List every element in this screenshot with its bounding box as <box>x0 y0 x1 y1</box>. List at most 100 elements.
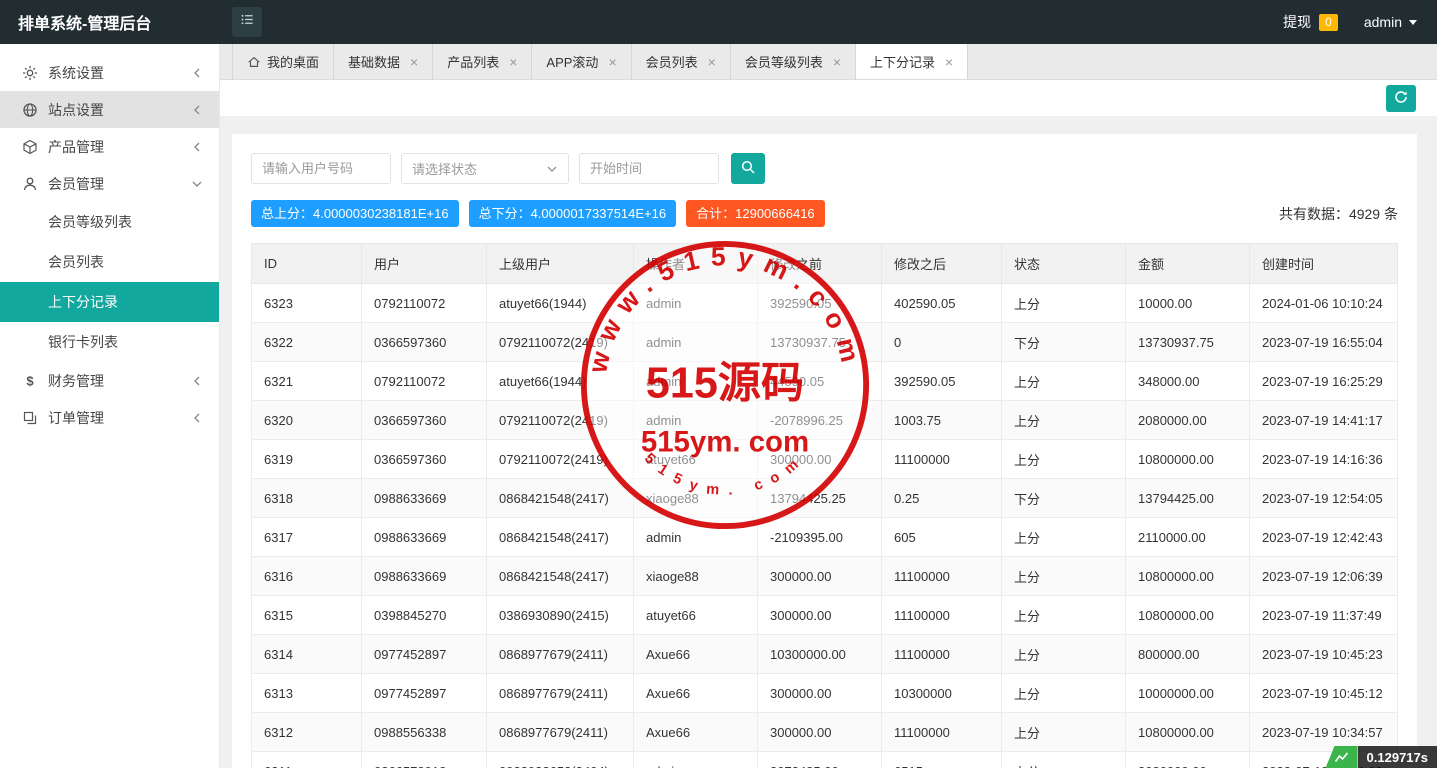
table-cell: 392590.05 <box>882 362 1002 401</box>
tab-会员列表[interactable]: 会员列表× <box>632 44 731 79</box>
table-cell: Axue66 <box>634 635 758 674</box>
table-cell: 上分 <box>1002 596 1126 635</box>
tab-基础数据[interactable]: 基础数据× <box>334 44 433 79</box>
table-cell: 2023-07-19 11:37:49 <box>1250 596 1398 635</box>
table-row: 631809886336690868421548(2417)xiaoge8813… <box>252 479 1398 518</box>
user-number-input[interactable] <box>251 153 391 184</box>
table-cell: 300000.00 <box>758 713 882 752</box>
table-row: 631309774528970868977679(2411)Axue663000… <box>252 674 1398 713</box>
sidebar-item-会员管理[interactable]: 会员管理 <box>0 165 219 202</box>
table-cell: 6318 <box>252 479 362 518</box>
table-cell: -2078996.25 <box>758 401 882 440</box>
tab-会员等级列表[interactable]: 会员等级列表 × <box>731 44 856 79</box>
table-cell: Axue66 <box>634 713 758 752</box>
table-cell: 402590.05 <box>882 284 1002 323</box>
table-header-cell: ID <box>252 244 362 284</box>
table-cell: 0366597360 <box>362 323 487 362</box>
sidebar-item-label: 会员管理 <box>48 174 104 194</box>
table-cell: 300000.00 <box>758 440 882 479</box>
table-row: 632003665973600792110072(2419)admin-2078… <box>252 401 1398 440</box>
chevron-left-icon <box>191 412 203 424</box>
table-cell: 0977452897 <box>362 635 487 674</box>
table-cell: 6321 <box>252 362 362 401</box>
search-button[interactable] <box>731 153 765 184</box>
tab-我的桌面[interactable]: 我的桌面 <box>232 44 334 79</box>
table-cell: atuyet66 <box>634 596 758 635</box>
records-table-body: 63230792110072atuyet66(1944)admin392590.… <box>252 284 1398 768</box>
table-cell: 0792110072(2419) <box>487 440 634 479</box>
tab-label: APP滚动 <box>546 52 598 71</box>
sidebar-item-系统设置[interactable]: 系统设置 <box>0 54 219 91</box>
sidebar-item-订单管理[interactable]: 订单管理 <box>0 399 219 436</box>
table-cell: 0988556338 <box>362 713 487 752</box>
refresh-button[interactable] <box>1386 85 1416 112</box>
table-cell: 13730937.75 <box>758 323 882 362</box>
table-cell: 13794425.00 <box>1126 479 1250 518</box>
table-cell: 11100000 <box>882 596 1002 635</box>
table-header-cell: 用户 <box>362 244 487 284</box>
close-icon[interactable]: × <box>945 55 953 69</box>
sidebar-item-label: 产品管理 <box>48 137 104 157</box>
username: admin <box>1364 14 1402 30</box>
tab-label: 上下分记录 <box>870 52 935 71</box>
table-cell: 6322 <box>252 323 362 362</box>
sidebar-item-站点设置[interactable]: 站点设置 <box>0 91 219 128</box>
tab-APP滚动[interactable]: APP滚动 × <box>532 44 631 79</box>
filter-bar: 请选择状态 <box>251 153 1398 184</box>
table-header-row: ID用户上级用户操作者修改之前修改之后状态金额创建时间 <box>252 244 1398 284</box>
user-menu[interactable]: admin <box>1364 14 1417 30</box>
sidebar-item-产品管理[interactable]: 产品管理 <box>0 128 219 165</box>
table-cell: 2023-07-19 12:06:39 <box>1250 557 1398 596</box>
tab-label: 产品列表 <box>447 52 499 71</box>
table-cell: 0 <box>882 323 1002 362</box>
table-row: 632203665973600792110072(2419)admin13730… <box>252 323 1398 362</box>
chevron-left-icon <box>191 104 203 116</box>
close-icon[interactable]: × <box>833 55 841 69</box>
table-row: 631409774528970868977679(2411)Axue661030… <box>252 635 1398 674</box>
table-cell: 0868421548(2417) <box>487 479 634 518</box>
table-cell: 6316 <box>252 557 362 596</box>
tab-label: 会员等级列表 <box>745 52 823 71</box>
table-cell: 上分 <box>1002 518 1126 557</box>
order-icon <box>22 410 38 426</box>
sidebar-item-会员等级列表[interactable]: 会员等级列表 <box>0 202 219 242</box>
table-cell: 10800000.00 <box>1126 713 1250 752</box>
table-cell: 300000.00 <box>758 557 882 596</box>
sidebar-item-上下分记录[interactable]: 上下分记录 <box>0 282 219 322</box>
table-cell: 2080000.00 <box>1126 401 1250 440</box>
table-header-cell: 修改之前 <box>758 244 882 284</box>
table-cell: admin <box>634 518 758 557</box>
chart-icon <box>1326 746 1358 768</box>
close-icon[interactable]: × <box>708 55 716 69</box>
table-cell: 2023-07-19 14:16:36 <box>1250 440 1398 479</box>
table-header-cell: 金额 <box>1126 244 1250 284</box>
table-cell: 11100000 <box>882 635 1002 674</box>
member-icon <box>22 176 38 192</box>
sidebar-item-财务管理[interactable]: $财务管理 <box>0 362 219 399</box>
start-time-input[interactable] <box>579 153 719 184</box>
close-icon[interactable]: × <box>410 55 418 69</box>
close-icon[interactable]: × <box>509 55 517 69</box>
table-header-cell: 操作者 <box>634 244 758 284</box>
table-cell: 10800000.00 <box>1126 557 1250 596</box>
close-icon[interactable]: × <box>608 55 616 69</box>
table-cell: 0988633669 <box>362 518 487 557</box>
sidebar-item-银行卡列表[interactable]: 银行卡列表 <box>0 322 219 362</box>
table-cell: 6317 <box>252 518 362 557</box>
chevron-left-icon <box>191 141 203 153</box>
table-cell: 2023-07-19 16:25:29 <box>1250 362 1398 401</box>
tab-产品列表[interactable]: 产品列表 × <box>433 44 532 79</box>
sidebar-item-会员列表[interactable]: 会员列表 <box>0 242 219 282</box>
table-row: 631709886336690868421548(2417)admin-2109… <box>252 518 1398 557</box>
table-header-cell: 创建时间 <box>1250 244 1398 284</box>
app-title: 排单系统-管理后台 <box>0 10 220 34</box>
sidebar-item-label: 站点设置 <box>48 100 104 120</box>
sidebar-toggle-button[interactable] <box>232 7 262 37</box>
sidebar: 系统设置站点设置产品管理会员管理会员等级列表会员列表上下分记录银行卡列表$财务管… <box>0 44 220 768</box>
tab-上下分记录[interactable]: 上下分记录 × <box>856 44 968 79</box>
table-row: 63210792110072atuyet66(1944)admin44590.0… <box>252 362 1398 401</box>
table-cell: 11100000 <box>882 440 1002 479</box>
search-icon <box>740 159 756 178</box>
withdraw-link[interactable]: 提现 <box>1283 12 1311 32</box>
status-select[interactable]: 请选择状态 <box>401 153 569 184</box>
